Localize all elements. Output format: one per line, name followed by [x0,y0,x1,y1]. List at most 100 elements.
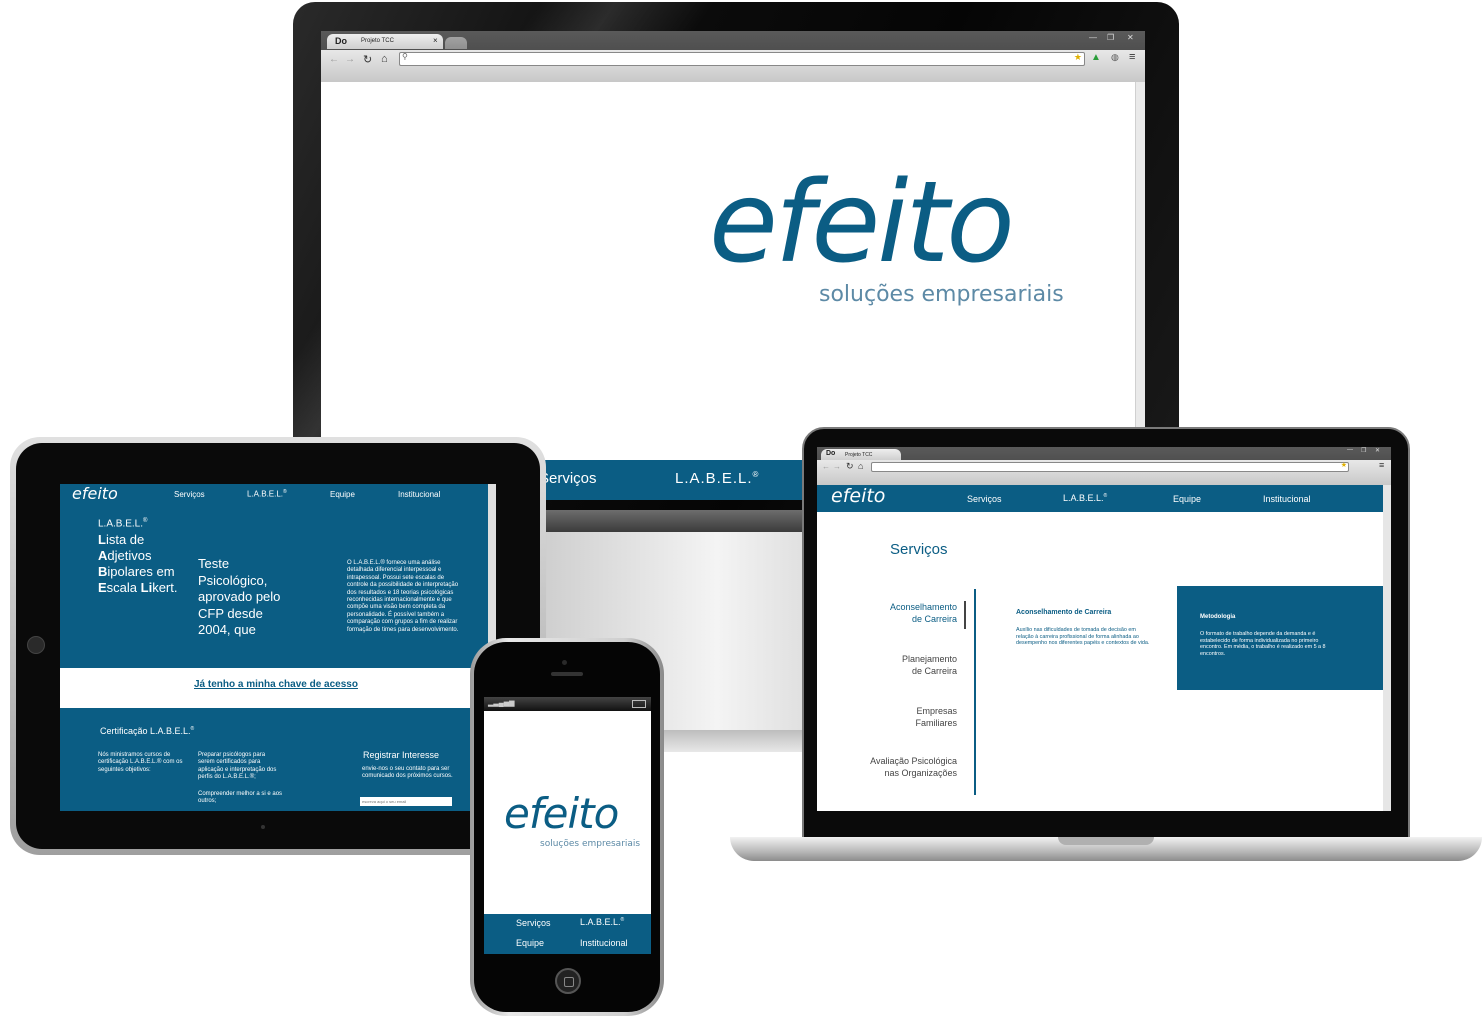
tablet-label-title-text: L.A.B.E.L. [98,518,144,530]
monitor-tagline: soluções empresariais [819,282,1064,307]
laptop-nav-label[interactable]: L.A.B.E.L.® [1063,493,1107,503]
laptop-method-title: Metodologia [1200,614,1236,620]
address-bar[interactable]: ★ [871,462,1349,472]
laptop-page-title: Serviços [890,541,948,558]
laptop-menu-divider [974,589,976,795]
monitor-scrollbar[interactable] [1135,82,1145,460]
phone-logo: efeito [504,789,619,838]
monitor-browser-chrome: Do Projeto TCC × — ❐ ✕ ← → ↻ ⌂ ⚲ ★ ▲ ◍ ≡ [321,31,1145,82]
laptop-nav-label-text: L.A.B.E.L. [1063,493,1104,503]
phone-nav-institucional[interactable]: Institucional [580,938,628,948]
laptop-nav-equipe[interactable]: Equipe [1173,494,1201,504]
monitor-logo: efeito [709,158,1015,288]
menu-item-planejamento[interactable]: Planejamento de Carreira [847,653,957,705]
registered-mark: ® [620,917,625,923]
tablet-nav-equipe[interactable]: Equipe [330,490,355,499]
laptop-logo: efeito [831,485,886,507]
laptop-active-indicator [964,601,966,629]
window-close-icon[interactable]: ✕ [1375,447,1380,454]
browser-new-tab-button[interactable] [445,37,467,49]
acronym-line: Adjetivos [98,548,152,563]
phone-tagline: soluções empresariais [540,839,641,849]
toolbar: ← → ↻ ⌂ ★ ≡ [817,460,1391,485]
monitor-nav-servicos[interactable]: Serviços [539,470,597,487]
phone-home-button[interactable] [555,968,581,994]
window-maximize-icon[interactable]: ❐ [1361,447,1366,454]
window-maximize-icon[interactable]: ❐ [1107,33,1114,42]
phone-nav-label[interactable]: L.A.B.E.L.® [580,917,624,927]
tablet-register-text: envie-nos o seu contato para ser comunic… [362,766,453,780]
address-bar[interactable]: ⚲ ★ [399,52,1085,66]
home-square-icon [564,977,574,987]
acronym-line: Escala Likert. [98,580,178,595]
registered-mark: ® [190,726,195,732]
tablet-nav-label-text: L.A.B.E.L. [247,489,284,499]
monitor-nav-label[interactable]: L.A.B.E.L.® [675,470,759,487]
window-close-icon[interactable]: ✕ [1127,33,1134,42]
acronym-line: Lista de [98,532,145,547]
phone-front-camera [562,660,567,665]
laptop-scrollbar[interactable] [1383,485,1391,811]
toolbar: ← → ↻ ⌂ ⚲ ★ ▲ ◍ ≡ [321,50,1145,82]
tablet-nav-servicos[interactable]: Serviços [174,490,205,499]
phone-nav-servicos[interactable]: Serviços [516,918,551,928]
phone-status-bar: ▂▃▄▅▆ [484,697,651,711]
laptop-detail-title: Aconselhamento de Carreira [1016,609,1112,616]
laptop-nav-institucional[interactable]: Institucional [1263,494,1311,504]
tablet-cert-col1: Nós ministramos cursos de certificação L… [98,752,183,773]
browser-tab[interactable]: Do Projeto TCC × [327,34,443,49]
extension-icon[interactable]: ◍ [1111,52,1119,63]
address-search-icon: ⚲ [402,52,408,61]
home-icon[interactable]: ⌂ [381,53,388,65]
tablet-email-input[interactable] [360,797,452,806]
menu-item-empresas[interactable]: Empresas Familiares [847,705,957,755]
phone-nav-equipe[interactable]: Equipe [516,938,544,948]
tablet-access-link[interactable]: Já tenho a minha chave de acesso [194,679,358,690]
monitor-nav-label-text: L.A.B.E.L. [675,470,753,487]
forward-icon[interactable]: → [833,462,841,471]
registered-mark: ® [1103,493,1108,499]
tablet-label-title: L.A.B.E.L.® [98,518,147,529]
browser-tab[interactable]: Do Projeto TCC [821,449,901,460]
tablet-register-title: Registrar Interesse [363,750,440,760]
tablet-camera [261,825,265,829]
bookmark-star-icon[interactable]: ★ [1074,52,1082,63]
reload-icon[interactable]: ↻ [846,461,854,472]
tablet-nav-institucional[interactable]: Institucional [398,490,440,499]
tablet-screen: efeito Serviços L.A.B.E.L.® Equipe Insti… [60,484,496,811]
laptop-screen: efeito Serviços L.A.B.E.L.® Equipe Insti… [817,485,1391,811]
menu-item-avaliacao[interactable]: Avaliação Psicológica nas Organizações [847,755,957,779]
menu-icon[interactable]: ≡ [1129,51,1135,63]
tablet-description: O L.A.B.E.L.® fornece uma análise detalh… [347,560,459,633]
menu-item-aconselhamento[interactable]: Aconselhamento de Carreira [847,601,957,653]
browser-tab-favicon: Do [826,450,836,457]
laptop-opening-notch [1058,837,1154,845]
acronym-line: Bipolares em [98,564,175,579]
monitor-screen: efeito soluções empresariais [321,82,1145,460]
drive-extension-icon[interactable]: ▲ [1091,52,1101,63]
laptop-nav-servicos[interactable]: Serviços [967,494,1002,504]
tablet-teste-text: Teste Psicológico, aprovado pelo CFP des… [198,556,281,637]
menu-icon[interactable]: ≡ [1379,460,1384,470]
home-icon[interactable]: ⌂ [858,461,863,471]
reload-icon[interactable]: ↻ [363,53,372,66]
window-minimize-icon[interactable]: — [1089,33,1097,42]
phone-nav: Serviços L.A.B.E.L.® Equipe Instituciona… [484,914,651,954]
window-minimize-icon[interactable]: — [1347,447,1353,453]
tablet-nav-label[interactable]: L.A.B.E.L.® [247,489,287,499]
laptop-detail-text: Auxílio nas dificuldades de tomada de de… [1016,627,1150,647]
back-icon[interactable]: ← [329,54,339,65]
phone-speaker [551,672,583,676]
tablet-access-band: Já tenho a minha chave de acesso [60,668,488,708]
tablet-cert-title-text: Certificação L.A.B.E.L. [100,726,191,736]
back-icon[interactable]: ← [822,462,830,471]
browser-tab-close-icon[interactable]: × [433,36,438,45]
laptop-side-menu: Aconselhamento de Carreira Planejamento de… [847,601,957,779]
registered-mark: ® [143,518,148,524]
tablet-logo: efeito [72,484,118,503]
bookmark-star-icon[interactable]: ★ [1341,461,1347,469]
forward-icon[interactable]: → [345,54,355,65]
phone-screen: efeito soluções empresariais Serviços L.… [484,697,651,954]
tablet-home-button[interactable] [27,636,45,654]
laptop-nav: efeito Serviços L.A.B.E.L.® Equipe Insti… [817,485,1383,512]
